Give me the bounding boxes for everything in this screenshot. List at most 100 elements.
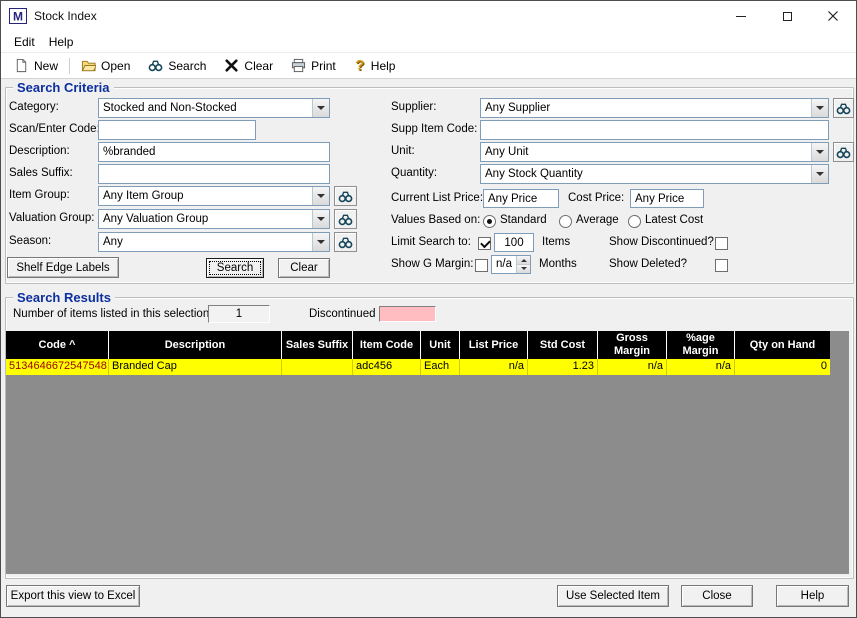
toolbar-clear-label: Clear [244, 58, 274, 73]
clear-criteria-button[interactable]: Clear [278, 258, 330, 278]
supplier-dropdown-button[interactable] [811, 99, 828, 117]
values-latest-cost-radio[interactable] [628, 215, 641, 228]
show-deleted-checkbox[interactable] [715, 259, 728, 272]
column-header-description[interactable]: Description [109, 331, 282, 359]
use-selected-item-button[interactable]: Use Selected Item [557, 585, 669, 607]
toolbar-new-button[interactable]: New [5, 55, 67, 77]
shelf-edge-labels-button[interactable]: Shelf Edge Labels [7, 257, 119, 278]
close-window-label: Close [702, 590, 732, 602]
sales-suffix-input[interactable] [98, 164, 330, 184]
open-folder-icon [81, 58, 96, 73]
minimize-button[interactable] [718, 1, 764, 31]
column-header-item-code[interactable]: Item Code [353, 331, 421, 359]
quantity-dropdown-button[interactable] [811, 165, 828, 183]
g-margin-months-value: n/a [496, 258, 512, 270]
toolbar-open-label: Open [101, 58, 131, 73]
show-discontinued-label: Show Discontinued? [609, 236, 714, 248]
menu-edit[interactable]: Edit [7, 33, 42, 51]
description-input[interactable] [98, 142, 330, 162]
close-window-button[interactable]: Close [681, 585, 753, 607]
g-margin-months-label: Months [539, 258, 577, 270]
season-lookup-button[interactable] [334, 232, 357, 252]
close-button[interactable] [810, 1, 856, 31]
menu-help[interactable]: Help [42, 33, 81, 51]
values-standard-label: Standard [500, 214, 547, 226]
help-question-icon [354, 57, 366, 74]
supplier-value: Any Supplier [485, 102, 551, 114]
current-list-price-input[interactable] [483, 189, 559, 208]
unit-dropdown-button[interactable] [811, 143, 828, 161]
export-to-excel-button[interactable]: Export this view to Excel [6, 585, 140, 607]
quantity-select[interactable]: Any Stock Quantity [480, 164, 829, 184]
help-button[interactable]: Help [776, 585, 849, 607]
supplier-select[interactable]: Any Supplier [480, 98, 829, 118]
column-header-list-price[interactable]: List Price [460, 331, 528, 359]
toolbar-help-button[interactable]: Help [345, 55, 405, 77]
toolbar: New Open Search Clear Print Help [1, 53, 856, 79]
binoculars-icon [338, 189, 353, 204]
item-group-lookup-button[interactable] [334, 186, 357, 206]
show-g-margin-label: Show G Margin: [391, 258, 474, 270]
category-dropdown-button[interactable] [312, 99, 329, 117]
toolbar-clear-button[interactable]: Clear [215, 55, 282, 77]
result-row[interactable]: 5134646672547548 Branded Cap adc456 Each… [6, 359, 830, 375]
column-header-gross-margin[interactable]: Gross Margin [598, 331, 667, 359]
items-count-value: 1 [208, 305, 270, 323]
column-header-age-margin[interactable]: %age Margin [667, 331, 735, 359]
valuation-group-lookup-button[interactable] [334, 209, 357, 229]
toolbar-separator [69, 57, 71, 74]
season-value: Any [103, 236, 123, 248]
item-group-select[interactable]: Any Item Group [98, 186, 330, 206]
column-header-code[interactable]: Code ^ [6, 331, 109, 359]
category-label: Category: [9, 101, 59, 113]
quantity-label: Quantity: [391, 167, 438, 179]
column-header-std-cost[interactable]: Std Cost [528, 331, 598, 359]
cell-gross-margin: n/a [598, 359, 667, 375]
shelf-edge-labels-label: Shelf Edge Labels [16, 261, 110, 274]
spinner-up-button[interactable] [517, 256, 530, 265]
window-controls [718, 1, 856, 31]
printer-icon [291, 58, 306, 73]
cell-age-margin: n/a [667, 359, 735, 375]
item-group-value: Any Item Group [103, 190, 184, 202]
limit-search-checkbox[interactable] [478, 237, 491, 250]
valuation-group-select[interactable]: Any Valuation Group [98, 209, 330, 229]
scan-enter-code-label: Scan/Enter Code: [9, 123, 100, 135]
clear-button-label: Clear [290, 262, 318, 274]
season-select[interactable]: Any [98, 232, 330, 252]
supplier-lookup-button[interactable] [833, 98, 854, 118]
show-discontinued-checkbox[interactable] [715, 237, 728, 250]
column-header-sales-suffix[interactable]: Sales Suffix [282, 331, 353, 359]
unit-lookup-button[interactable] [833, 142, 854, 162]
quantity-value: Any Stock Quantity [485, 168, 583, 180]
maximize-button[interactable] [764, 1, 810, 31]
toolbar-print-button[interactable]: Print [282, 55, 345, 77]
season-dropdown-button[interactable] [312, 233, 329, 251]
items-count-label: Number of items listed in this selection… [13, 308, 213, 320]
unit-select[interactable]: Any Unit [480, 142, 829, 162]
valuation-group-dropdown-button[interactable] [312, 210, 329, 228]
toolbar-search-button[interactable]: Search [139, 55, 215, 77]
values-average-radio[interactable] [559, 215, 572, 228]
chevron-down-icon [317, 194, 325, 202]
new-document-icon [14, 58, 29, 73]
g-margin-months-spinner[interactable]: n/a [491, 255, 531, 274]
spinner-down-button[interactable] [517, 265, 530, 273]
binoculars-icon [148, 58, 163, 73]
item-group-dropdown-button[interactable] [312, 187, 329, 205]
supp-item-code-input[interactable] [480, 120, 829, 140]
category-select[interactable]: Stocked and Non-Stocked [98, 98, 330, 118]
limit-count-input[interactable] [494, 233, 534, 252]
toolbar-open-button[interactable]: Open [72, 55, 139, 77]
binoculars-icon [338, 212, 353, 227]
column-header-unit[interactable]: Unit [421, 331, 460, 359]
cost-price-input[interactable] [630, 189, 704, 208]
values-standard-radio[interactable] [483, 215, 496, 228]
column-header-qty-on-hand[interactable]: Qty on Hand [735, 331, 830, 359]
cell-sales-suffix [282, 359, 353, 375]
values-average-label: Average [576, 214, 619, 226]
search-button[interactable]: Search [206, 258, 264, 278]
cell-unit: Each [421, 359, 460, 375]
scan-enter-code-input[interactable] [98, 120, 256, 140]
show-g-margin-checkbox[interactable] [475, 259, 488, 272]
